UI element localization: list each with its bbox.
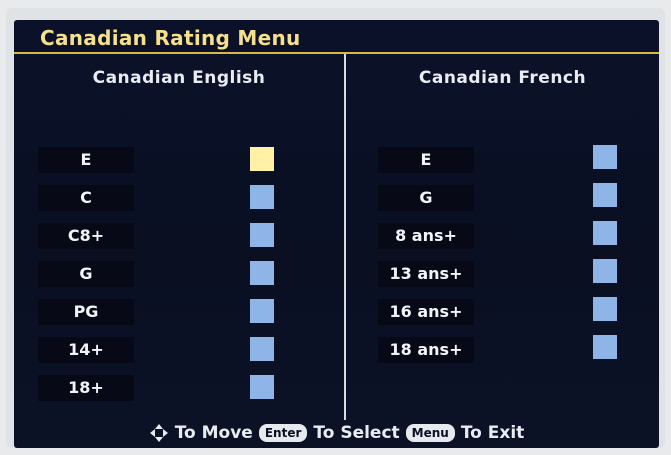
rating-row-english-18[interactable]: 18+ <box>14 375 344 401</box>
rating-row-english-pg[interactable]: PG <box>14 299 344 325</box>
rating-row-english-g[interactable]: G <box>14 261 344 287</box>
rating-label: E <box>378 147 474 173</box>
rating-row-english-e[interactable]: E <box>14 147 344 173</box>
rating-row-french-13ans[interactable]: 13 ans+ <box>346 259 659 287</box>
french-column-heading: Canadian French <box>418 68 587 88</box>
rating-checkbox[interactable] <box>250 261 274 285</box>
rating-checkbox[interactable] <box>593 145 617 169</box>
rating-label: E <box>38 147 134 173</box>
rating-row-french-e[interactable]: E <box>346 145 659 173</box>
rating-row-french-8ans[interactable]: 8 ans+ <box>346 221 659 249</box>
rating-checkbox[interactable] <box>593 335 617 359</box>
select-hint-text: To Select <box>313 423 400 443</box>
rating-label: G <box>38 261 134 287</box>
rating-label: C <box>38 185 134 211</box>
rating-checkbox[interactable] <box>593 183 617 207</box>
rating-checkbox[interactable] <box>250 185 274 209</box>
title-bar: Canadian Rating Menu <box>14 22 659 54</box>
rating-label: G <box>378 185 474 211</box>
rating-label: 16 ans+ <box>378 299 474 325</box>
four-way-arrow-icon <box>149 423 169 443</box>
rating-label: 18+ <box>38 375 134 401</box>
rating-checkbox[interactable] <box>593 259 617 283</box>
rating-row-french-16ans[interactable]: 16 ans+ <box>346 297 659 325</box>
rating-checkbox[interactable] <box>250 375 274 399</box>
rating-checkbox[interactable] <box>250 299 274 323</box>
rating-row-english-14[interactable]: 14+ <box>14 337 344 363</box>
rating-label: 13 ans+ <box>378 261 474 287</box>
rating-row-english-c8[interactable]: C8+ <box>14 223 344 249</box>
menu-title: Canadian Rating Menu <box>40 26 301 50</box>
rating-label: 14+ <box>38 337 134 363</box>
rating-checkbox[interactable] <box>250 147 274 171</box>
rating-checkbox[interactable] <box>593 297 617 321</box>
move-hint-text: To Move <box>174 423 253 443</box>
rating-checkbox[interactable] <box>593 221 617 245</box>
enter-key-badge: Enter <box>258 424 308 442</box>
navigation-hint-bar: To Move Enter To Select Menu To Exit <box>14 418 659 448</box>
rating-row-french-g[interactable]: G <box>346 183 659 211</box>
rating-label: 8 ans+ <box>378 223 474 249</box>
rating-label: C8+ <box>38 223 134 249</box>
exit-hint-text: To Exit <box>460 423 525 443</box>
rating-checkbox[interactable] <box>250 337 274 361</box>
rating-checkbox[interactable] <box>250 223 274 247</box>
rating-label: PG <box>38 299 134 325</box>
rating-row-french-18ans[interactable]: 18 ans+ <box>346 335 659 363</box>
menu-key-badge: Menu <box>405 424 455 442</box>
english-column-heading: Canadian English <box>92 68 266 88</box>
rating-menu-screen: Canadian Rating Menu Canadian English Ca… <box>14 20 659 448</box>
rating-row-english-c[interactable]: C <box>14 185 344 211</box>
rating-label: 18 ans+ <box>378 337 474 363</box>
